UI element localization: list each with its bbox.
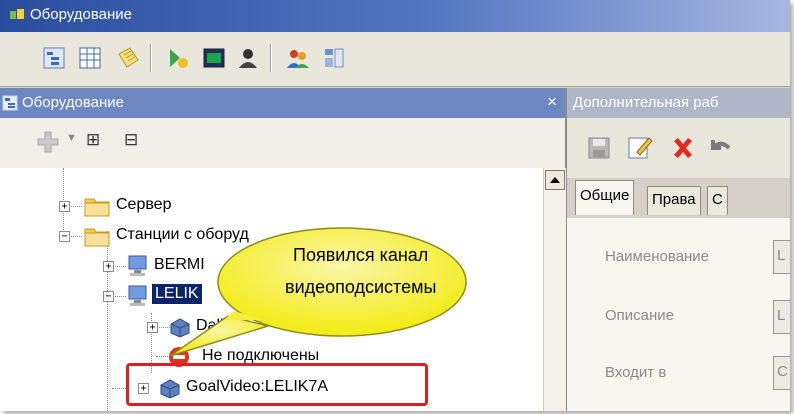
arrow-up-icon (550, 177, 560, 183)
folder-icon (84, 228, 110, 247)
application-window: Оборудование Оборудование × ▼ ⊞ ⊟ + Серв… (0, 0, 790, 411)
properties-panel: Дополнительная раб Общие Права С Наимено… (567, 88, 790, 411)
undo-icon[interactable] (707, 136, 731, 160)
users-icon[interactable] (286, 46, 310, 70)
name-field[interactable]: L (773, 240, 790, 274)
collapse-all-button[interactable]: ⊟ (124, 130, 138, 150)
computer-icon (128, 255, 147, 276)
description-field[interactable]: L (773, 300, 790, 334)
computer-icon (128, 285, 147, 306)
folder-icon (84, 198, 110, 217)
app-icon (10, 9, 24, 19)
collapse-icon[interactable]: − (103, 291, 114, 302)
collapse-icon[interactable]: − (59, 231, 70, 242)
tree-scrollbar[interactable] (543, 168, 566, 411)
expand-icon[interactable]: + (59, 201, 70, 212)
tree-toolbar: ▼ ⊞ ⊟ (0, 118, 565, 168)
equipment-panel-header: Оборудование × (0, 88, 565, 118)
properties-tabs: Общие Права С (567, 178, 790, 218)
delete-icon[interactable] (671, 136, 695, 160)
member-of-field[interactable]: С (773, 356, 790, 390)
tab-rights[interactable]: Права (647, 186, 701, 215)
equipment-panel-title: Оборудование (22, 94, 125, 111)
highlight-frame (126, 363, 428, 406)
grid-view-icon[interactable] (78, 46, 102, 70)
properties-form: Наименование L Описание L Входит в С (567, 218, 790, 411)
window-title: Оборудование (30, 6, 133, 23)
add-icon[interactable] (36, 130, 60, 154)
chevron-down-icon[interactable]: ▼ (66, 132, 77, 144)
expand-all-button[interactable]: ⊞ (86, 130, 100, 150)
name-label: Наименование (605, 248, 709, 265)
edit-icon[interactable] (627, 134, 653, 160)
member-of-label: Входит в (605, 364, 667, 381)
schema-icon[interactable] (322, 46, 346, 70)
description-label: Описание (605, 307, 675, 324)
properties-panel-header: Дополнительная раб (567, 88, 790, 118)
toolbar-separator (150, 44, 152, 72)
expand-icon[interactable]: + (103, 261, 114, 272)
save-icon[interactable] (587, 136, 611, 160)
callout-line-2: видеоподсистемы (285, 277, 437, 297)
properties-toolbar (567, 118, 790, 178)
run-script-icon[interactable] (166, 46, 190, 70)
close-icon[interactable]: × (547, 92, 557, 112)
notes-icon[interactable] (116, 46, 140, 70)
main-toolbar (0, 32, 790, 87)
tab-other[interactable]: С (707, 186, 728, 215)
properties-panel-title: Дополнительная раб (573, 94, 719, 111)
tree-view-icon (2, 95, 18, 111)
terminal-icon[interactable] (202, 46, 226, 70)
toolbar-separator (270, 44, 272, 72)
tab-general[interactable]: Общие (575, 180, 635, 215)
user-icon[interactable] (236, 46, 260, 70)
window-titlebar: Оборудование (0, 0, 790, 32)
scroll-up-button[interactable] (545, 170, 565, 190)
tree-view-icon[interactable] (42, 46, 66, 70)
callout-line-1: Появился канал (293, 245, 429, 265)
